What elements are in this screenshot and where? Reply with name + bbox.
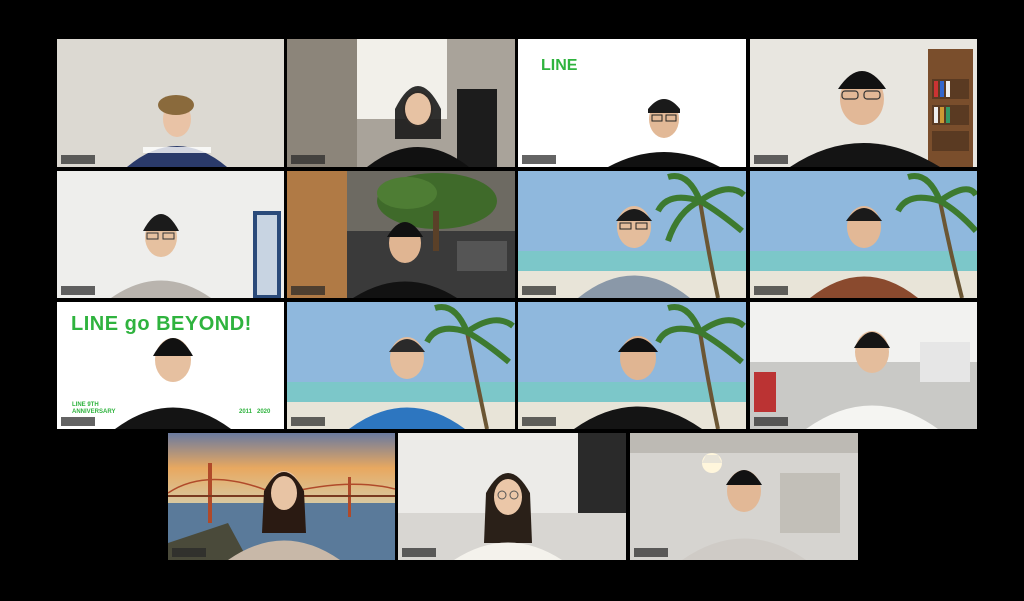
participant-name-tag — [522, 286, 556, 295]
participant-video — [57, 171, 284, 298]
participant-name-tag — [61, 155, 95, 164]
headline-banner: LINE go BEYOND! — [71, 313, 252, 335]
participant-name-tag — [754, 155, 788, 164]
participant-name-tag — [61, 286, 95, 295]
participant-name-tag — [172, 548, 206, 557]
video-tile-p13[interactable] — [168, 433, 395, 560]
video-tile-p12[interactable] — [750, 302, 977, 429]
video-tile-p15[interactable] — [630, 433, 858, 560]
participant-name-tag — [754, 417, 788, 426]
participant-name-tag — [402, 548, 436, 557]
video-tile-p3[interactable]: LINE — [518, 39, 746, 167]
participant-video — [630, 433, 858, 560]
participant-name-tag — [291, 155, 325, 164]
participant-video — [398, 433, 626, 560]
participant-name-tag — [522, 417, 556, 426]
anniversary-label: LINE 9TH ANNIVERSARY — [72, 402, 116, 415]
participant-video — [287, 39, 515, 167]
video-tile-p11[interactable] — [518, 302, 746, 429]
participant-video — [57, 39, 284, 167]
video-tile-p10[interactable] — [287, 302, 515, 429]
line-logo: LINE — [541, 57, 578, 74]
participant-name-tag — [291, 286, 325, 295]
participant-video — [287, 302, 515, 429]
participant-video — [750, 39, 977, 167]
participant-name-tag — [61, 417, 95, 426]
video-tile-p1[interactable] — [57, 39, 284, 167]
video-tile-p6[interactable] — [287, 171, 515, 298]
participant-name-tag — [291, 417, 325, 426]
video-tile-p7[interactable] — [518, 171, 746, 298]
participant-video — [518, 171, 746, 298]
participant-name-tag — [754, 286, 788, 295]
participant-name-tag — [522, 155, 556, 164]
participant-video — [750, 302, 977, 429]
year-end-label: 2020 — [257, 409, 271, 415]
video-tile-p5[interactable] — [57, 171, 284, 298]
participant-video — [518, 302, 746, 429]
year-start-label: 2011 — [239, 409, 253, 415]
video-tile-p4[interactable] — [750, 39, 977, 167]
video-tile-p14[interactable] — [398, 433, 626, 560]
participant-video — [168, 433, 395, 560]
video-tile-p2[interactable] — [287, 39, 515, 167]
video-tile-p9[interactable]: LINE go BEYOND! LINE 9TH ANNIVERSARY 201… — [57, 302, 284, 429]
participant-video — [287, 171, 515, 298]
video-tile-p8[interactable] — [750, 171, 977, 298]
participant-video — [750, 171, 977, 298]
participant-name-tag — [634, 548, 668, 557]
